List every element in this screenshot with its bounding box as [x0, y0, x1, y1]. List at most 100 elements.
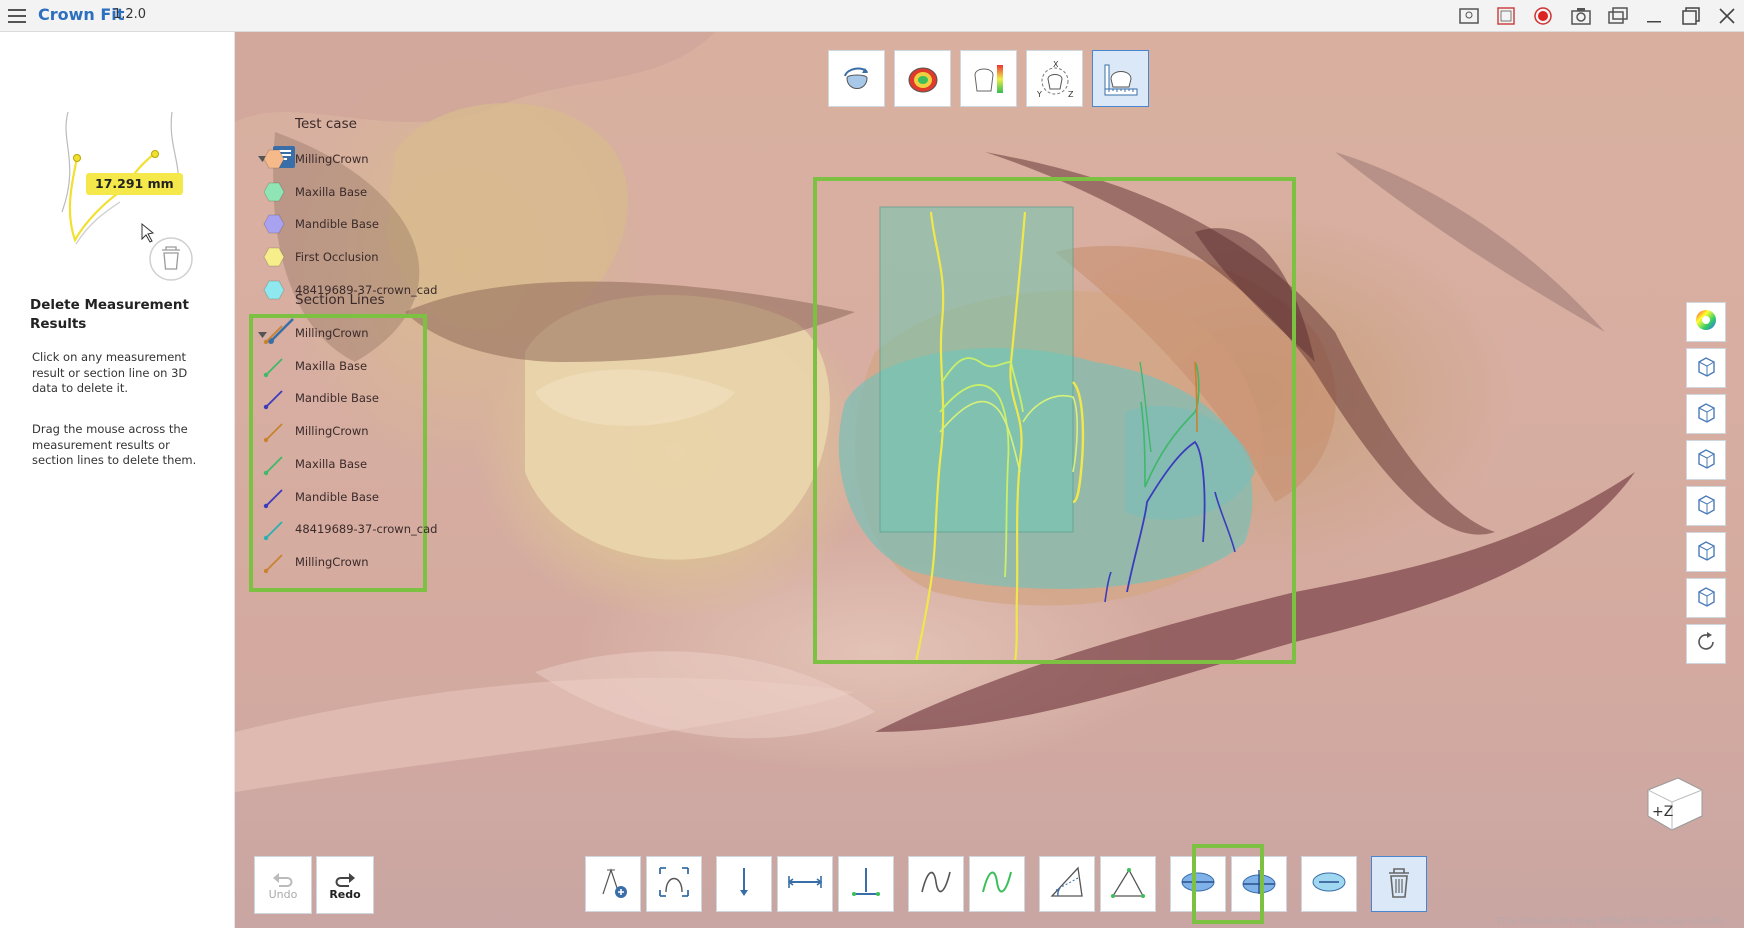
vertical-measure-button[interactable] — [716, 856, 772, 912]
gallery-icon[interactable] — [1607, 5, 1629, 27]
tree-model-item[interactable]: MillingCrown — [295, 152, 369, 166]
left-panel: 17.291 mm Delete Measurement Results Cli… — [0, 32, 235, 928]
view-bottom-button[interactable] — [1686, 578, 1726, 618]
area-measure-3-icon — [1309, 864, 1349, 904]
tree-section-item[interactable]: MillingCrown — [295, 555, 369, 569]
camera-icon[interactable] — [1570, 5, 1592, 27]
color-wheel-button[interactable] — [1686, 302, 1726, 342]
3d-viewport[interactable]: Test case MillingCrown Maxilla Base Mandib… — [235, 32, 1744, 928]
perpendicular-measure-button[interactable] — [838, 856, 894, 912]
tree-section-item[interactable]: MillingCrown — [295, 326, 369, 340]
view-left-button[interactable] — [1686, 440, 1726, 480]
redo-icon — [335, 872, 355, 887]
color-scale-icon — [973, 64, 1003, 93]
heatmap-button[interactable] — [894, 50, 951, 107]
model-color-icon — [263, 149, 285, 172]
navigation-cube[interactable]: +Z — [1640, 770, 1710, 840]
curve-measure-2-button[interactable] — [969, 856, 1025, 912]
svg-text:Z: Z — [1068, 90, 1074, 99]
color-wheel-icon — [1694, 308, 1718, 336]
top-toolbar: XYZ — [828, 50, 1149, 107]
view-right-button[interactable] — [1686, 486, 1726, 526]
view-bottom-icon — [1694, 584, 1718, 612]
model-tree-icons — [258, 146, 295, 344]
section-line-icon — [263, 552, 285, 577]
minimize-icon[interactable] — [1643, 5, 1665, 27]
tree-section-item[interactable]: Maxilla Base — [295, 359, 367, 373]
trash-button[interactable] — [1371, 856, 1427, 912]
tree-section-item[interactable]: 48419689-37-crown_cad — [295, 522, 437, 536]
tree-section-item[interactable]: Mandible Base — [295, 391, 379, 405]
trash-icon — [1384, 865, 1414, 903]
section-line-icon — [263, 323, 285, 348]
reset-view-button[interactable] — [1686, 624, 1726, 664]
horizontal-measure-icon — [785, 864, 825, 904]
bottom-measure-toolbar — [585, 856, 1427, 912]
svg-text:Y: Y — [1036, 90, 1042, 99]
view-front-button[interactable] — [1686, 348, 1726, 388]
model-color-icon — [263, 247, 285, 270]
crown-section-highlight — [813, 177, 1296, 664]
panel-description-1: Click on any measurement result or secti… — [32, 350, 188, 395]
redo-label: Redo — [329, 887, 361, 901]
rotate-view-button[interactable] — [828, 50, 885, 107]
angle-measure-button[interactable] — [1039, 856, 1095, 912]
section-line-icon — [263, 356, 285, 381]
curve-measure-2-icon — [979, 864, 1015, 904]
hamburger-menu-icon[interactable] — [4, 4, 30, 28]
angle-measure-2-icon — [1109, 864, 1147, 904]
fit-section-button[interactable] — [646, 856, 702, 912]
title-bar: Crown Fit 1.2.0 — [0, 0, 1744, 32]
curve-measure-icon — [918, 864, 954, 904]
section-line-icon — [263, 519, 285, 544]
undo-label: Undo — [268, 887, 298, 901]
angle-measure-2-button[interactable] — [1100, 856, 1156, 912]
tree-test-case[interactable]: Test case — [295, 116, 357, 132]
color-scale-button[interactable] — [960, 50, 1017, 107]
panel-heading: Delete Measurement Results — [30, 297, 189, 332]
capture-area-icon[interactable] — [1496, 5, 1518, 27]
tree-section-item[interactable]: Maxilla Base — [295, 457, 367, 471]
section-line-icon — [263, 421, 285, 446]
redo-button[interactable]: Redo — [316, 856, 374, 914]
heatmap-icon — [908, 67, 937, 92]
measurement-value-label: 17.291 mm — [86, 173, 183, 195]
maximize-icon[interactable] — [1680, 5, 1702, 27]
section-line-icon — [263, 388, 285, 413]
disclaimer-text: This simulation may differ from actual r… — [1496, 916, 1727, 927]
panel-description-2: Drag the mouse across the measurement re… — [32, 422, 197, 467]
view-front-icon — [1694, 354, 1718, 382]
section-line-icon — [263, 454, 285, 479]
curve-measure-button[interactable] — [908, 856, 964, 912]
area-measure-3-button[interactable] — [1301, 856, 1357, 912]
add-section-button[interactable] — [585, 856, 641, 912]
record-icon[interactable] — [1532, 5, 1554, 27]
rotate-view-icon — [843, 67, 868, 89]
fit-section-icon — [656, 864, 692, 904]
right-view-toolbar — [1686, 302, 1726, 664]
tree-model-item[interactable]: First Occlusion — [295, 250, 379, 264]
tree-model-item[interactable]: Maxilla Base — [295, 185, 367, 199]
horizontal-measure-button[interactable] — [777, 856, 833, 912]
model-color-icon — [263, 182, 285, 205]
tree-section-item[interactable]: Mandible Base — [295, 490, 379, 504]
app-title: Crown Fit — [38, 5, 125, 24]
close-icon[interactable] — [1716, 5, 1738, 27]
xyz-axis-button[interactable]: XYZ — [1026, 50, 1083, 107]
tree-model-item[interactable]: Mandible Base — [295, 217, 379, 231]
perpendicular-measure-icon — [848, 864, 884, 904]
view-back-button[interactable] — [1686, 394, 1726, 434]
view-right-icon — [1694, 492, 1718, 520]
undo-button[interactable]: Undo — [254, 856, 312, 914]
angle-measure-icon — [1048, 864, 1086, 904]
add-section-icon — [595, 864, 631, 904]
tree-section-item[interactable]: MillingCrown — [295, 424, 369, 438]
tree-section-lines[interactable]: Section Lines — [295, 292, 385, 308]
measure-ruler-button[interactable] — [1092, 50, 1149, 107]
model-color-icon — [263, 280, 285, 303]
model-color-icon — [263, 214, 285, 237]
undo-icon — [273, 872, 293, 887]
help-video-icon[interactable] — [1458, 5, 1480, 27]
view-top-button[interactable] — [1686, 532, 1726, 572]
measure-ruler-icon — [1104, 64, 1137, 95]
